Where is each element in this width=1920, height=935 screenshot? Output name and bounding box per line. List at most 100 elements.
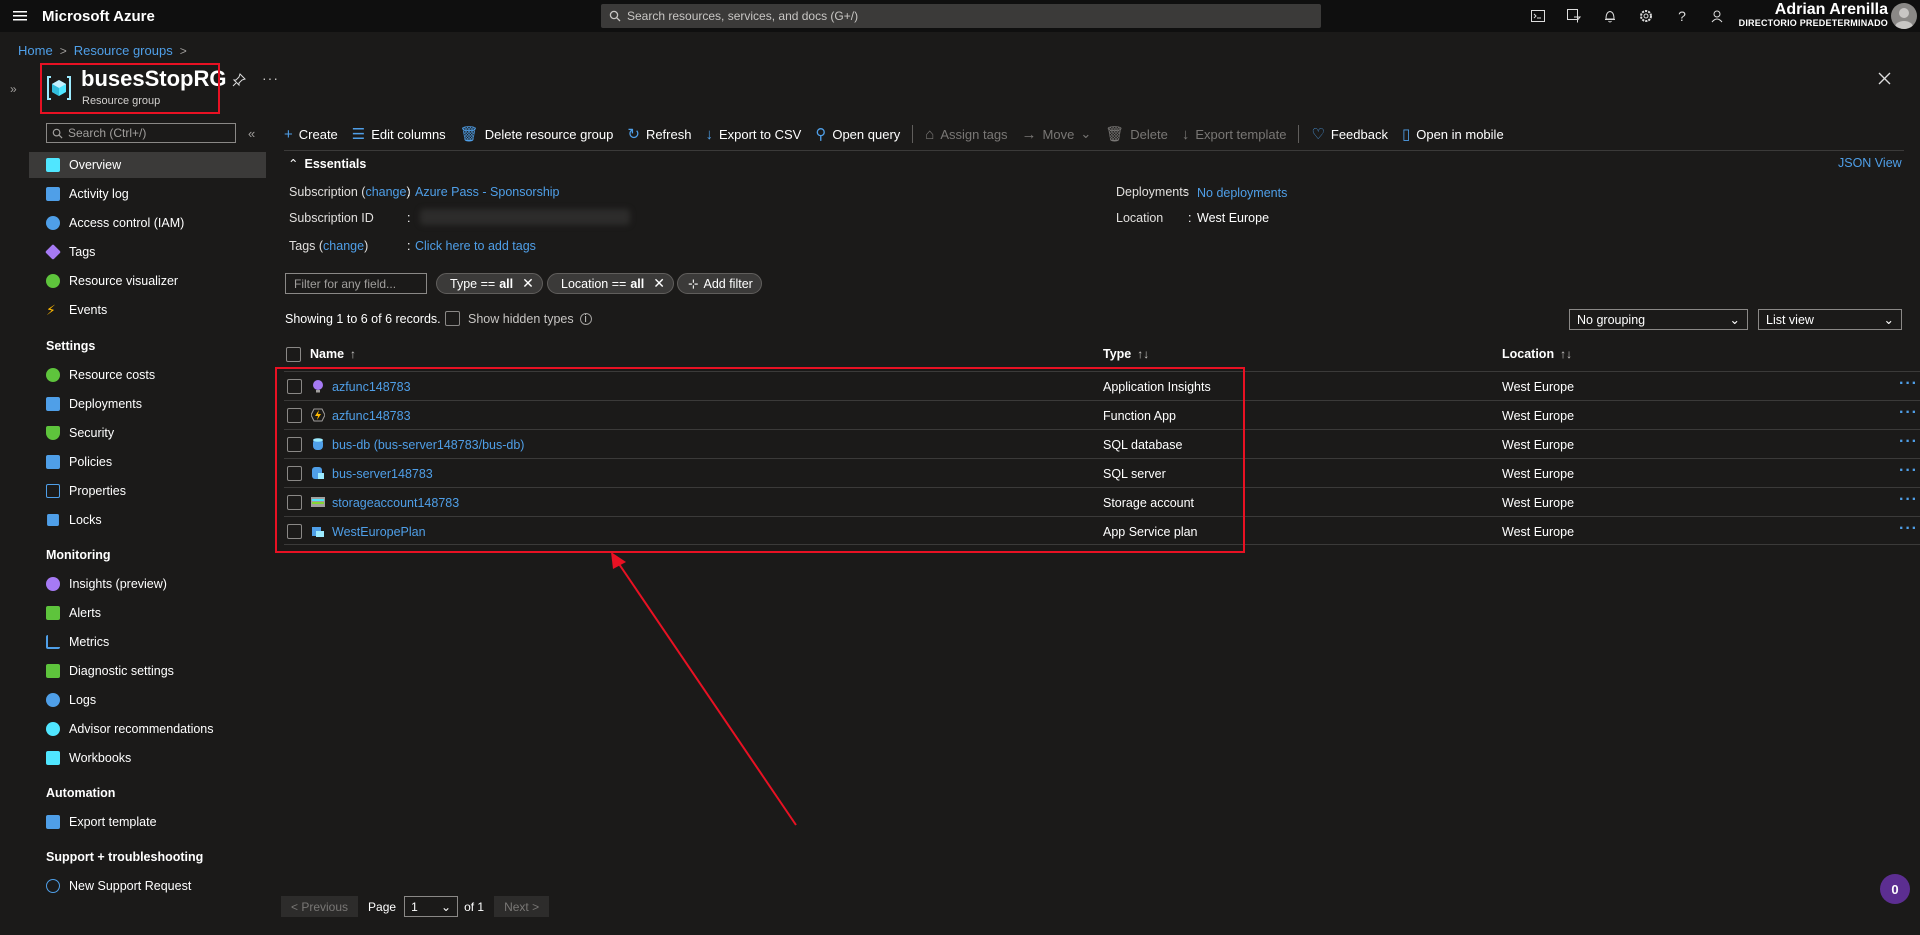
row-more-icon[interactable]: ··· (1899, 404, 1918, 422)
sidebar-item-insights[interactable]: Insights (preview) (29, 571, 266, 597)
sidebar-item-events[interactable]: ⚡ Events (29, 297, 266, 323)
row-more-icon[interactable]: ··· (1899, 520, 1918, 538)
show-hidden-types-checkbox[interactable]: Show hidden types i (445, 311, 592, 326)
assign-tags-button[interactable]: ⌂ Assign tags (925, 126, 1007, 143)
help-icon[interactable]: ? (1664, 0, 1700, 32)
sidebar-item-export-template[interactable]: Export template (29, 809, 266, 835)
move-button[interactable]: → Move ⌄ (1022, 126, 1092, 143)
essentials-toggle[interactable]: ⌃ Essentials (288, 156, 366, 172)
page-select[interactable]: 1 ⌄ (404, 896, 459, 917)
close-icon[interactable] (1878, 72, 1891, 85)
row-more-icon[interactable]: ··· (1899, 491, 1918, 509)
sidebar-item-logs[interactable]: Logs (29, 687, 266, 713)
subscription-value-link[interactable]: Azure Pass - Sponsorship (415, 185, 560, 199)
add-tags-link[interactable]: Click here to add tags (415, 239, 536, 253)
sort-icon[interactable]: ↑↓ (1137, 347, 1149, 361)
sidebar-item-security[interactable]: Security (29, 420, 266, 446)
feedback-button[interactable]: ♡ Feedback (1311, 125, 1388, 143)
previous-page-button[interactable]: < Previous (281, 896, 359, 917)
add-filter-button[interactable]: ⊹ Add filter (677, 273, 762, 294)
sidebar-item-diagnostic-settings[interactable]: Diagnostic settings (29, 658, 266, 684)
refresh-button[interactable]: ↻ Refresh (627, 125, 691, 143)
sidebar-item-alerts[interactable]: Alerts (29, 600, 266, 626)
sort-icon[interactable]: ↑↓ (1560, 347, 1572, 361)
global-search-input[interactable]: Search resources, services, and docs (G+… (601, 4, 1321, 28)
column-header-name[interactable]: Name ↑ (310, 347, 356, 361)
edit-columns-button[interactable]: ☰ Edit columns (352, 125, 446, 143)
cloud-shell-icon[interactable] (1520, 0, 1556, 32)
grouping-dropdown[interactable]: No grouping ⌄ (1569, 309, 1748, 330)
type-filter-pill[interactable]: Type == all ✕ (436, 273, 543, 294)
view-dropdown[interactable]: List view ⌄ (1758, 309, 1902, 330)
feedback-icon[interactable] (1700, 0, 1736, 32)
sidebar-item-overview[interactable]: Overview (29, 152, 266, 178)
sidebar-item-resource-visualizer[interactable]: Resource visualizer (29, 268, 266, 294)
user-account[interactable]: Adrian Arenilla DIRECTORIO PREDETERMINAD… (1738, 1, 1888, 28)
sidebar-item-deployments[interactable]: Deployments (29, 391, 266, 417)
column-header-location[interactable]: Location ↑↓ (1502, 347, 1572, 361)
directory-filter-icon[interactable] (1556, 0, 1592, 32)
more-options-icon[interactable]: ··· (262, 70, 279, 86)
json-view-link[interactable]: JSON View (1838, 156, 1902, 170)
plus-icon: + (284, 125, 293, 143)
sidebar-item-label: New Support Request (69, 879, 192, 893)
search-icon (609, 10, 621, 22)
collapse-sidebar-icon[interactable]: « (248, 126, 255, 141)
delete-resource-group-button[interactable]: 🗑 Delete resource group (460, 125, 614, 143)
avatar[interactable] (1891, 3, 1917, 29)
sidebar-item-iam[interactable]: Access control (IAM) (29, 210, 266, 236)
sidebar-item-locks[interactable]: Locks (29, 507, 266, 533)
sidebar-item-new-support-request[interactable]: New Support Request (29, 873, 266, 899)
open-in-mobile-button[interactable]: ▯ Open in mobile (1402, 125, 1504, 143)
tags-change-link[interactable]: change (323, 239, 364, 253)
delete-button[interactable]: 🗑 Delete (1105, 125, 1168, 143)
deployments-value-link[interactable]: No deployments (1197, 186, 1287, 200)
sidebar-item-activity-log[interactable]: Activity log (29, 181, 266, 207)
expand-menu-icon[interactable]: » (10, 82, 17, 96)
resource-location: West Europe (1502, 496, 1575, 510)
download-icon: ↓ (1181, 125, 1190, 143)
sidebar-item-workbooks[interactable]: Workbooks (29, 745, 266, 771)
checkbox[interactable] (286, 347, 301, 362)
sidebar-item-label: Policies (69, 455, 113, 469)
notifications-icon[interactable] (1592, 0, 1628, 32)
filter-input[interactable]: Filter for any field... (285, 273, 427, 294)
open-query-button[interactable]: ⚲ Open query (815, 125, 900, 143)
export-csv-button[interactable]: ↓ Export to CSV (705, 126, 801, 143)
location-filter-pill[interactable]: Location == all ✕ (547, 273, 674, 294)
breadcrumb-home[interactable]: Home (18, 43, 53, 58)
location-value: West Europe (1197, 211, 1270, 225)
next-page-button[interactable]: Next > (494, 896, 550, 917)
sidebar-item-resource-costs[interactable]: Resource costs (29, 362, 266, 388)
pin-icon[interactable] (232, 73, 246, 87)
sidebar-item-properties[interactable]: Properties (29, 478, 266, 504)
sidebar-search-input[interactable]: Search (Ctrl+/) (46, 123, 236, 143)
section-support: Support + troubleshooting (46, 850, 204, 864)
row-more-icon[interactable]: ··· (1899, 462, 1918, 480)
create-button[interactable]: + Create (284, 126, 338, 143)
notification-badge[interactable]: 0 (1880, 874, 1910, 904)
row-more-icon[interactable]: ··· (1899, 375, 1918, 393)
tags-label: Tags (change) (289, 239, 369, 253)
sidebar-item-label: Tags (69, 245, 96, 259)
sidebar-item-metrics[interactable]: Metrics (29, 629, 266, 655)
select-all-checkbox[interactable] (286, 347, 301, 362)
sidebar-item-advisor[interactable]: Advisor recommendations (29, 716, 266, 742)
sidebar-item-policies[interactable]: Policies (29, 449, 266, 475)
export-template-button[interactable]: ↓ Export template (1182, 126, 1287, 143)
hamburger-menu-icon[interactable] (0, 0, 40, 32)
brand-title[interactable]: Microsoft Azure (42, 8, 155, 25)
checkbox[interactable] (445, 311, 460, 326)
column-header-type[interactable]: Type ↑↓ (1103, 347, 1149, 361)
command-bar: + Create ☰ Edit columns 🗑 Delete resource g… (284, 124, 1518, 144)
close-icon[interactable]: ✕ (522, 275, 534, 292)
subscription-change-link[interactable]: change (365, 185, 406, 199)
policies-icon (46, 455, 60, 469)
breadcrumb-resource-groups[interactable]: Resource groups (74, 43, 173, 58)
sidebar-item-tags[interactable]: Tags (29, 239, 266, 265)
settings-icon[interactable] (1628, 0, 1664, 32)
sort-asc-icon[interactable]: ↑ (350, 347, 356, 361)
close-icon[interactable]: ✕ (653, 275, 665, 292)
row-more-icon[interactable]: ··· (1899, 433, 1918, 451)
section-monitoring: Monitoring (46, 548, 111, 562)
